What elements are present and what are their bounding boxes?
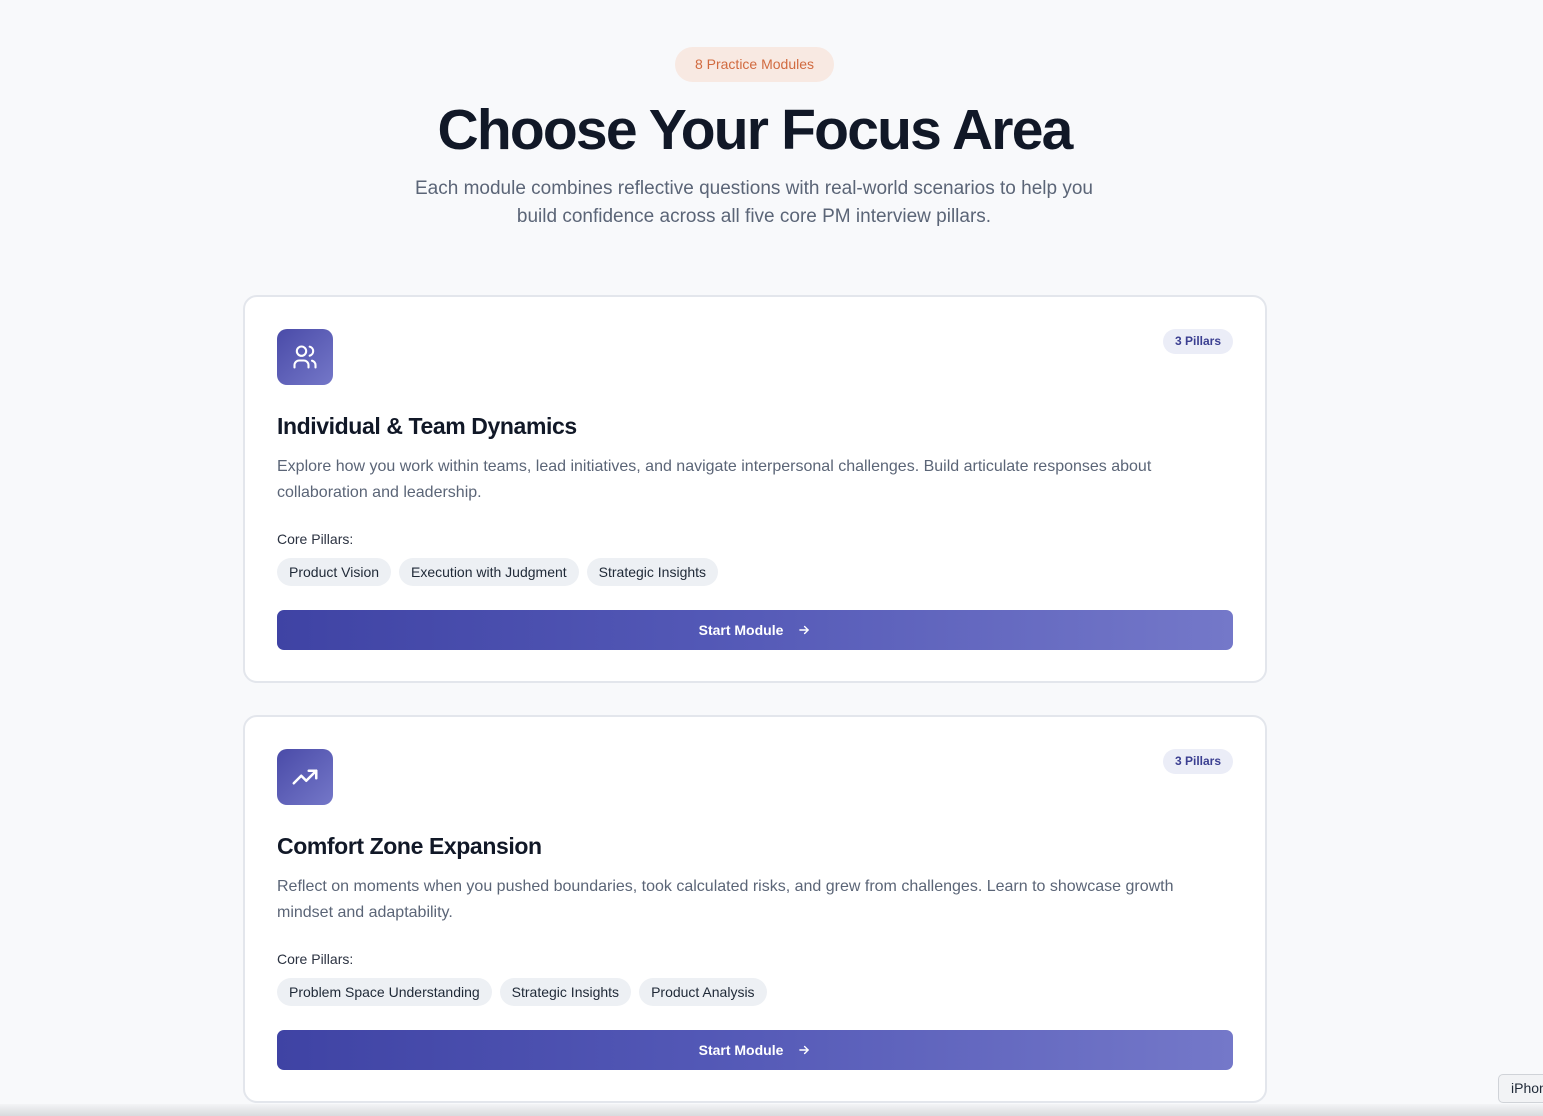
module-description: Explore how you work within teams, lead … [277, 458, 1152, 501]
start-module-label: Start Module [698, 1042, 784, 1058]
start-module-button[interactable]: Start Module [277, 1030, 1233, 1070]
pillar-count-badge: 3 Pillars [1162, 329, 1233, 354]
window-bottom-edge [0, 1104, 1543, 1116]
start-module-label: Start Module [698, 622, 784, 638]
pillar-tag: Strategic Insights [499, 978, 632, 1006]
pillar-tag: Product Analysis [639, 978, 767, 1006]
practice-modules-badge: 8 Practice Modules [675, 47, 834, 82]
page: 8 Practice Modules Choose Your Focus Are… [0, 0, 1543, 1116]
start-module-button[interactable]: Start Module [277, 610, 1233, 650]
module-description: Reflect on moments when you pushed bound… [277, 878, 1174, 921]
page-subtitle: Each module combines reflective question… [414, 178, 1093, 227]
pillar-tag: Execution with Judgment [399, 558, 579, 586]
users-icon [277, 329, 333, 385]
pillar-tag: Product Vision [277, 558, 392, 586]
pillar-tags: Problem Space Understanding Strategic In… [277, 978, 767, 1006]
pillar-count-badge: 3 Pillars [1162, 749, 1233, 774]
pillar-tag: Problem Space Understanding [277, 978, 492, 1006]
module-title: Comfort Zone Expansion [277, 833, 542, 859]
module-card-comfort-zone-expansion: 3 Pillars Comfort Zone Expansion Reflect… [243, 715, 1267, 1103]
pillar-tag: Strategic Insights [586, 558, 719, 586]
module-title: Individual & Team Dynamics [277, 413, 577, 439]
core-pillars-label: Core Pillars: [277, 951, 354, 967]
page-title: Choose Your Focus Area [437, 98, 1074, 162]
module-card-individual-team-dynamics: 3 Pillars Individual & Team Dynamics Exp… [243, 295, 1267, 683]
arrow-right-icon [797, 1043, 811, 1057]
arrow-right-icon [797, 623, 811, 637]
core-pillars-label: Core Pillars: [277, 531, 354, 547]
trending-up-icon [277, 749, 333, 805]
pillar-tags: Product Vision Execution with Judgment S… [277, 558, 719, 586]
device-selector-chip[interactable]: iPhone [1498, 1074, 1543, 1103]
